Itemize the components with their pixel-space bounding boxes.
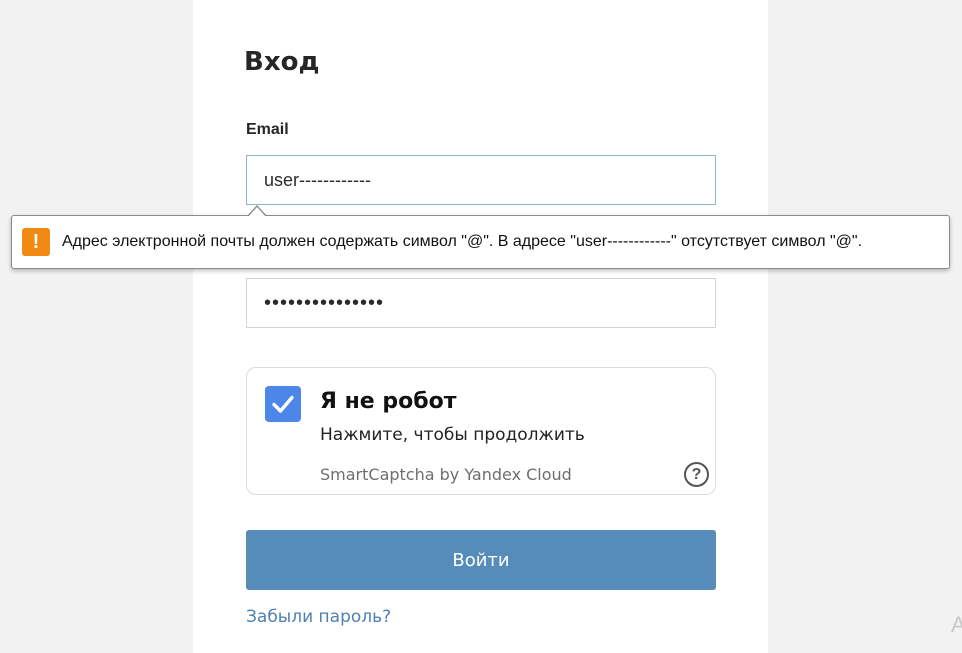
captcha-widget[interactable]: Я не робот Нажмите, чтобы продолжить Sma…: [246, 367, 716, 495]
edge-text-fragment: А: [951, 612, 962, 637]
captcha-subtitle: Нажмите, чтобы продолжить: [320, 425, 585, 445]
warning-icon: !: [22, 228, 50, 256]
captcha-brand: SmartCaptcha by Yandex Cloud: [320, 465, 572, 484]
login-card: Вход Email user------------ ••••••••••••…: [193, 0, 768, 653]
page-title: Вход: [244, 47, 320, 77]
email-label: Email: [246, 121, 289, 138]
captcha-title: Я не робот: [320, 389, 457, 414]
checkmark-icon: [272, 395, 294, 413]
login-button[interactable]: Войти: [246, 530, 716, 590]
forgot-password-link[interactable]: Забыли пароль?: [246, 607, 391, 627]
captcha-checkbox[interactable]: [265, 386, 301, 422]
validation-message: Адрес электронной почты должен содержать…: [62, 233, 863, 250]
validation-tooltip: ! Адрес электронной почты должен содержа…: [11, 215, 950, 269]
help-icon[interactable]: ?: [684, 462, 709, 487]
page: Вход Email user------------ ••••••••••••…: [0, 0, 962, 653]
email-field[interactable]: user------------: [246, 155, 716, 205]
password-field[interactable]: •••••••••••••••: [246, 278, 716, 328]
tooltip-arrow-fill: [248, 207, 266, 217]
